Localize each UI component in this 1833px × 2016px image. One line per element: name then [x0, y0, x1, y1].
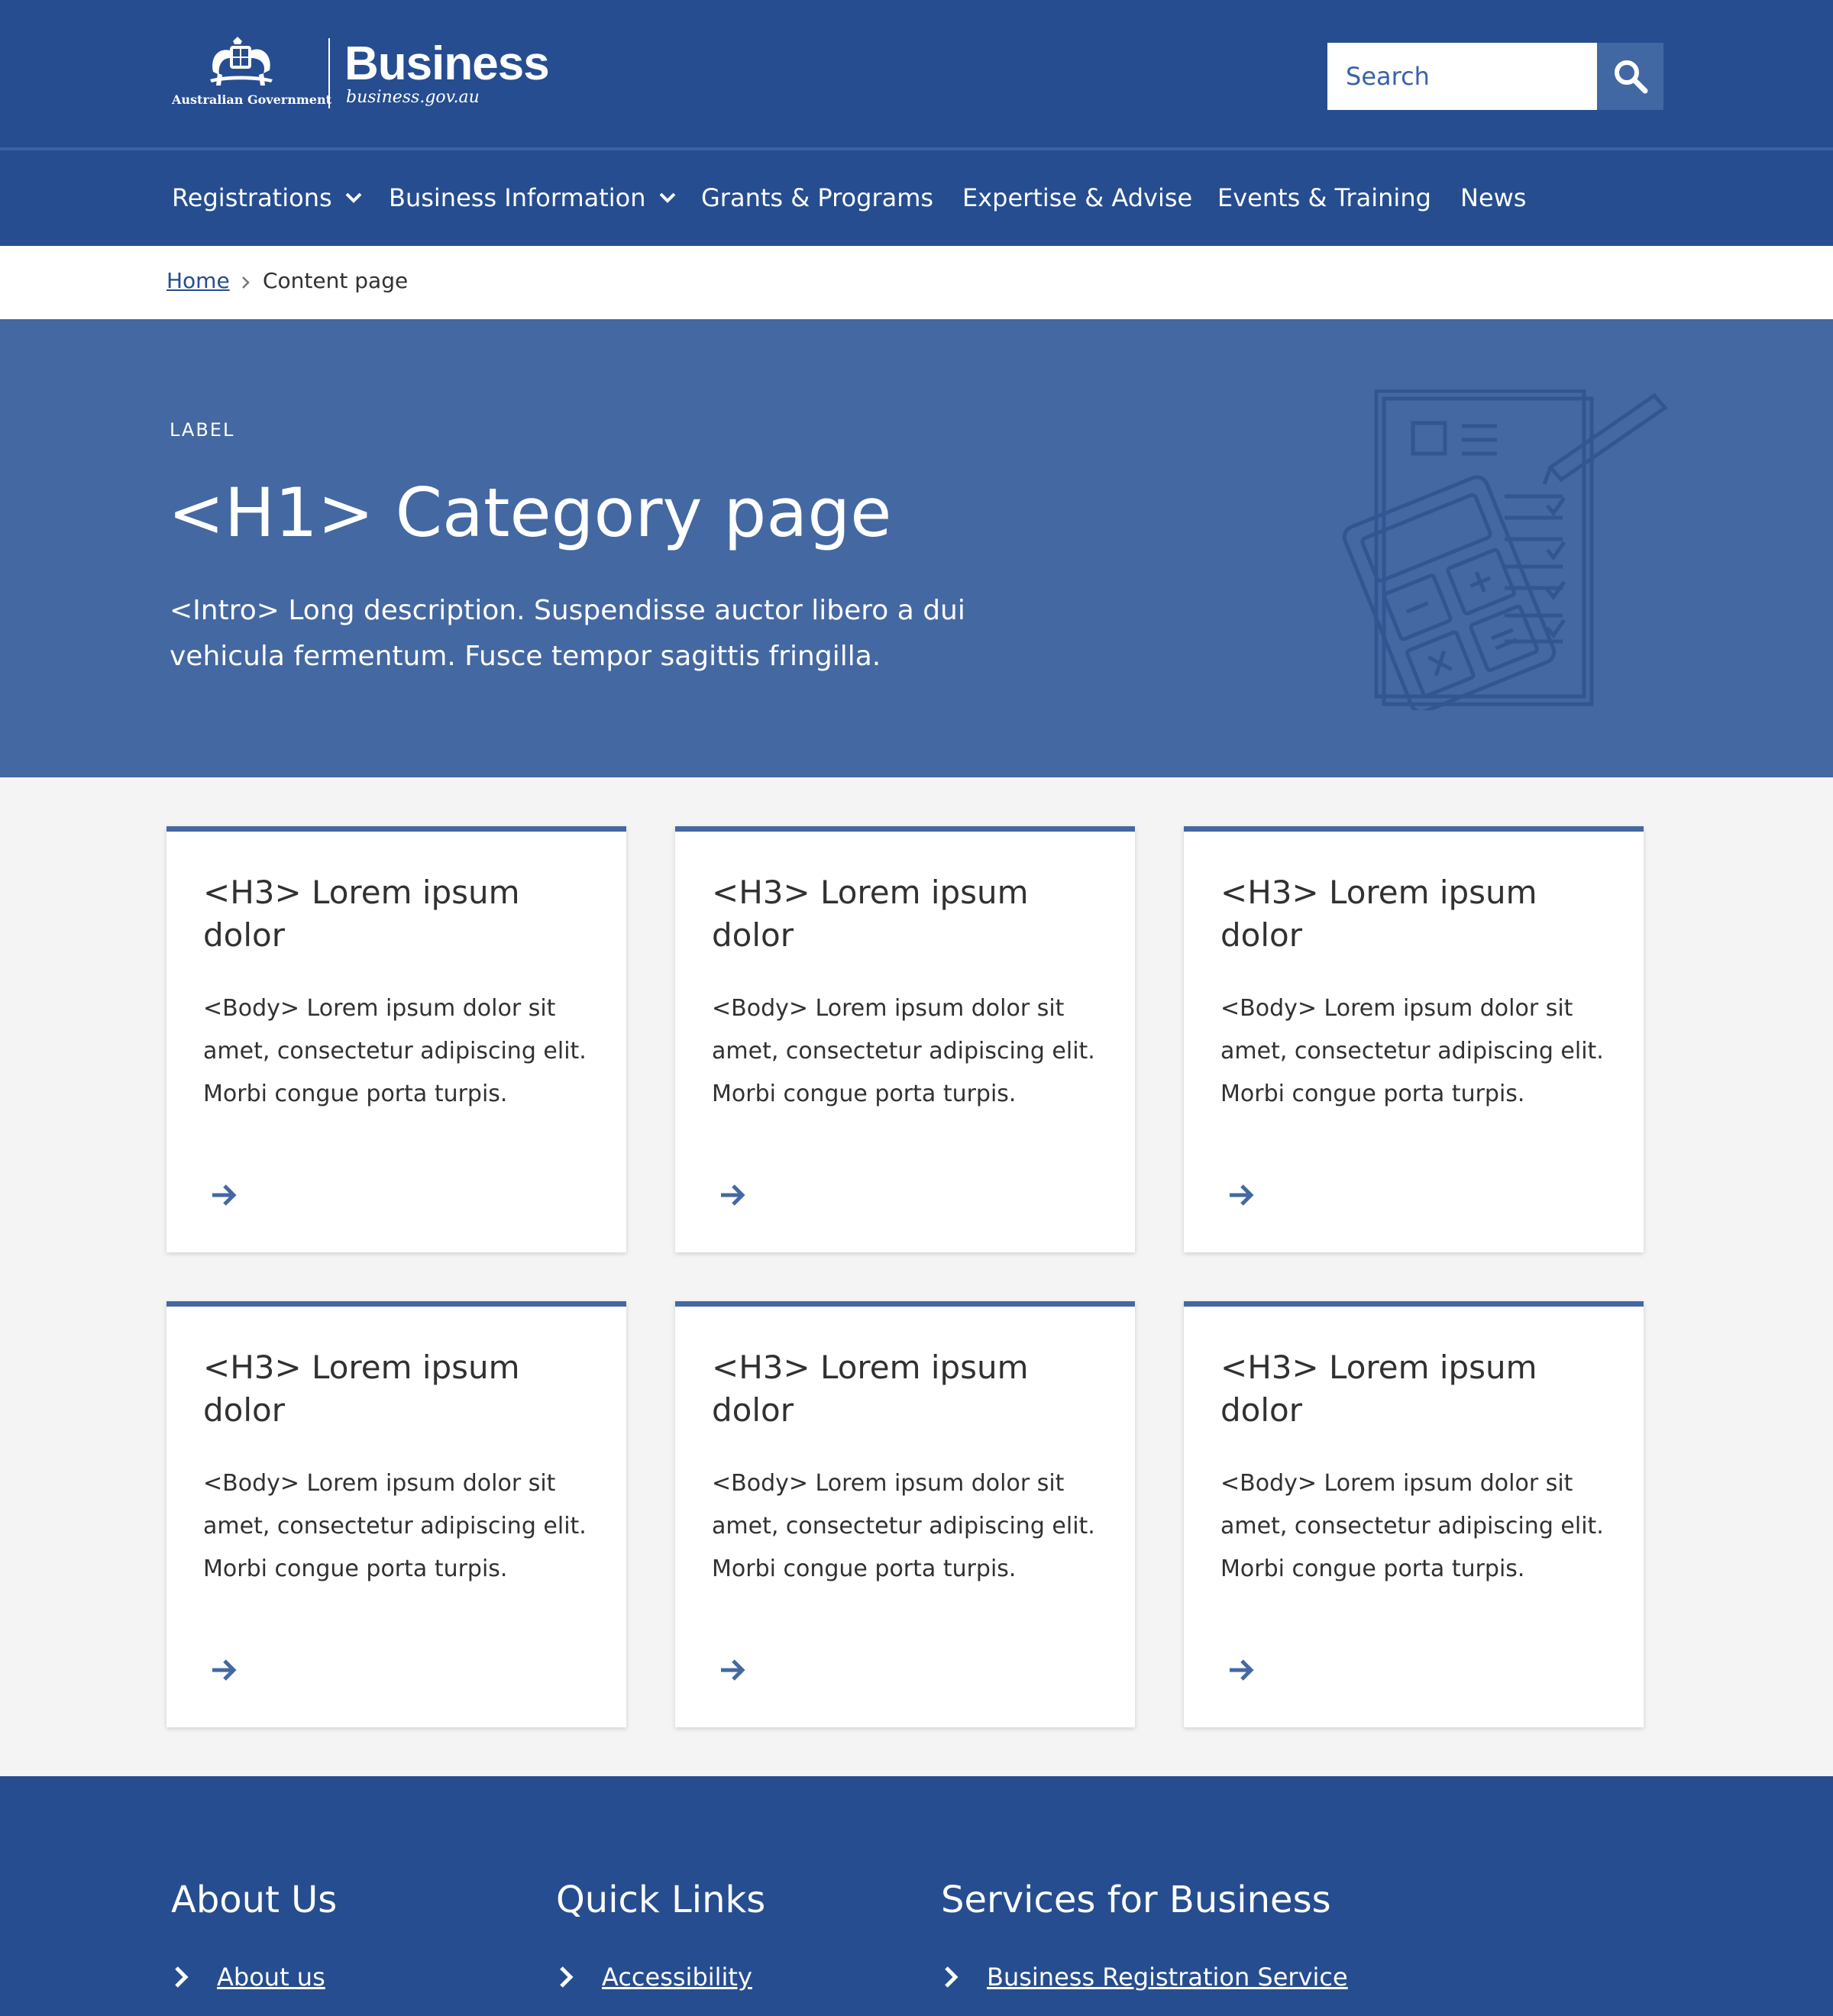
card-title: <H3> Lorem ipsum dolor [203, 874, 520, 954]
category-card[interactable]: <H3> Lorem ipsum dolor <Body> Lorem ipsu… [675, 826, 1135, 1252]
coat-of-arms-icon [210, 37, 273, 86]
nav-item-label: Events & Training [1217, 183, 1431, 212]
footer-heading-services: Services for Business [941, 1879, 1331, 1921]
page-title: <H1> Category page [168, 473, 892, 552]
card-body: <Body> Lorem ipsum dolor sit amet, conse… [1220, 995, 1604, 1107]
nav-item-label: News [1460, 183, 1527, 212]
nav-item-grants-programs[interactable]: Grants & Programs [701, 183, 933, 212]
card-body: <Body> Lorem ipsum dolor sit amet, conse… [712, 995, 1095, 1107]
card-title: <H3> Lorem ipsum dolor [1220, 1349, 1537, 1429]
arrow-right-icon[interactable] [719, 1183, 747, 1207]
search-button[interactable] [1597, 43, 1663, 110]
search-icon [1614, 60, 1647, 94]
card-title: <H3> Lorem ipsum dolor [712, 874, 1029, 954]
logo-divider [328, 38, 330, 108]
hero-label: LABEL [170, 419, 235, 441]
nav-item-registrations[interactable]: Registrations [172, 183, 363, 212]
category-card[interactable]: <H3> Lorem ipsum dolor <Body> Lorem ipsu… [166, 826, 626, 1252]
arrow-right-icon[interactable] [1228, 1183, 1256, 1207]
chevron-right-icon [175, 1966, 189, 1988]
nav-item-label: Grants & Programs [701, 183, 934, 212]
nav-item-business-information[interactable]: Business Information [389, 183, 677, 212]
site-url: business.gov.au [346, 88, 480, 107]
chevron-right-icon [560, 1966, 574, 1988]
category-card[interactable]: <H3> Lorem ipsum dolor <Body> Lorem ipsu… [1184, 826, 1644, 1252]
nav-item-label: Business Information [389, 183, 646, 212]
search-input[interactable] [1327, 43, 1597, 110]
site-title[interactable]: Business [344, 37, 550, 91]
nav-item-label: Expertise & Advise [962, 183, 1193, 212]
footer-link-label: About us [217, 1963, 325, 1992]
page-intro: <Intro> Long description. Suspendisse au… [170, 595, 965, 672]
nav-item-events-training[interactable]: Events & Training [1217, 183, 1431, 212]
footer-link-business-registration[interactable]: Business Registration Service [942, 1963, 1348, 1992]
chevron-right-icon [242, 276, 250, 289]
footer-link-label: Business Registration Service [987, 1963, 1348, 1992]
category-card[interactable]: <H3> Lorem ipsum dolor <Body> Lorem ipsu… [166, 1301, 626, 1727]
footer-heading-quick-links: Quick Links [556, 1879, 766, 1921]
chevron-down-icon [345, 192, 362, 203]
footer-link-label: Accessibility [602, 1963, 752, 1992]
footer-link-about-us[interactable]: About us [173, 1963, 325, 1992]
category-card[interactable]: <H3> Lorem ipsum dolor <Body> Lorem ipsu… [675, 1301, 1135, 1727]
arrow-right-icon[interactable] [1228, 1658, 1256, 1682]
footer-heading-about: About Us [171, 1879, 338, 1921]
chevron-down-icon [659, 192, 675, 203]
breadcrumb-home-link[interactable]: Home [166, 268, 230, 293]
calculator-checklist-illustration [1342, 389, 1668, 710]
government-logo[interactable]: Australian Government [172, 35, 331, 108]
footer-link-accessibility[interactable]: Accessibility [558, 1963, 752, 1992]
card-body: <Body> Lorem ipsum dolor sit amet, conse… [712, 1470, 1095, 1582]
nav-item-expertise-advise[interactable]: Expertise & Advise [962, 183, 1192, 212]
card-title: <H3> Lorem ipsum dolor [1220, 874, 1537, 954]
arrow-right-icon[interactable] [211, 1658, 238, 1682]
arrow-right-icon[interactable] [719, 1658, 747, 1682]
gov-name: Australian Government [172, 92, 331, 107]
nav-item-news[interactable]: News [1460, 183, 1526, 212]
card-body: <Body> Lorem ipsum dolor sit amet, conse… [203, 1470, 587, 1582]
card-body: <Body> Lorem ipsum dolor sit amet, conse… [203, 995, 587, 1107]
chevron-right-icon [945, 1966, 959, 1988]
breadcrumb-current: Content page [263, 268, 409, 293]
card-body: <Body> Lorem ipsum dolor sit amet, conse… [1220, 1470, 1604, 1582]
arrow-right-icon[interactable] [211, 1183, 238, 1207]
card-title: <H3> Lorem ipsum dolor [203, 1349, 520, 1429]
category-card[interactable]: <H3> Lorem ipsum dolor <Body> Lorem ipsu… [1184, 1301, 1644, 1727]
card-title: <H3> Lorem ipsum dolor [712, 1349, 1029, 1429]
nav-item-label: Registrations [172, 183, 332, 212]
